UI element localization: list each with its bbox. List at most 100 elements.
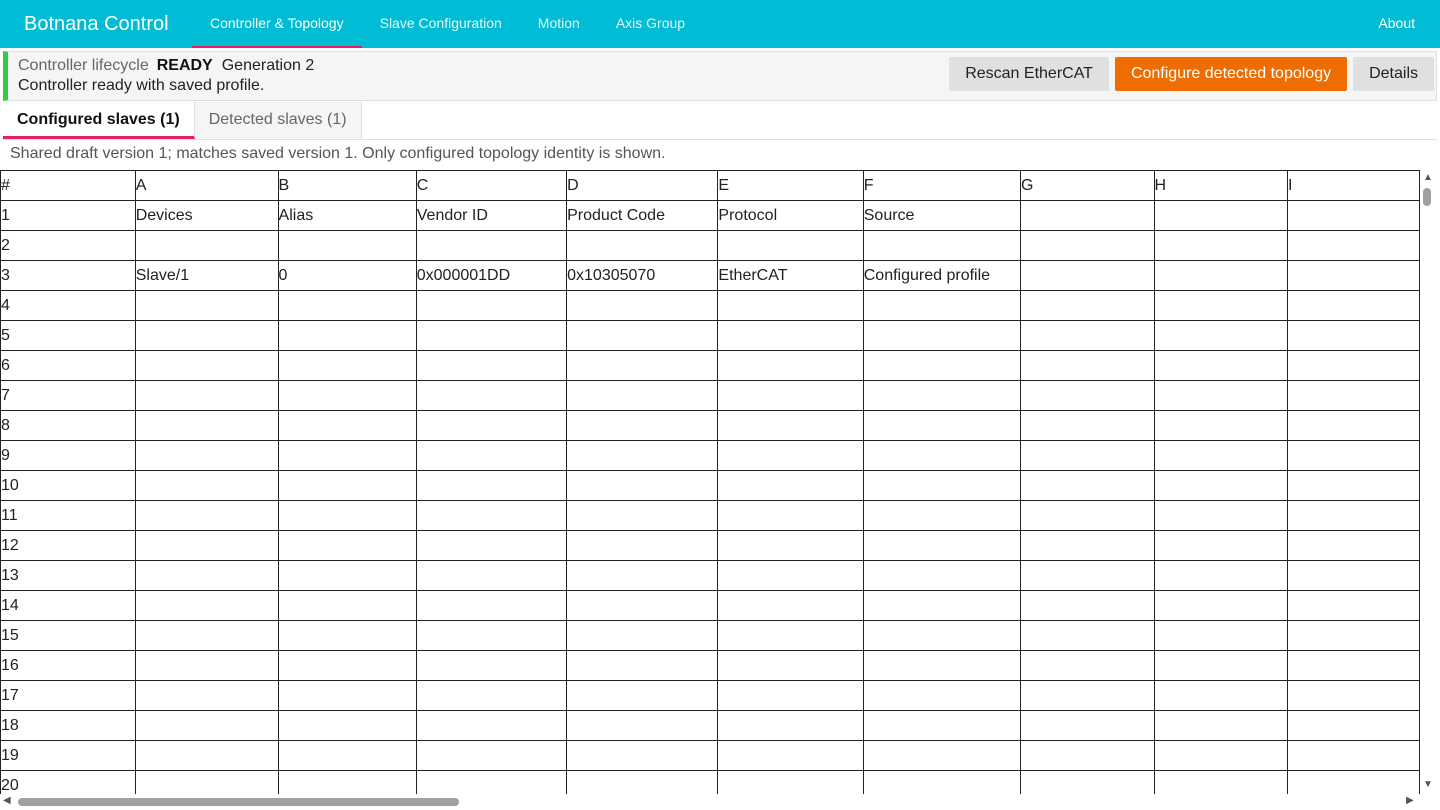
sheet-cell[interactable] — [717, 290, 864, 321]
sheet-cell[interactable] — [1286, 290, 1420, 321]
sheet-cell[interactable] — [1286, 500, 1420, 531]
sheet-cell[interactable] — [1286, 710, 1420, 741]
sheet-cell[interactable] — [566, 530, 719, 561]
sheet-cell[interactable] — [1153, 470, 1288, 501]
sheet-cell[interactable] — [566, 470, 719, 501]
sheet-cell[interactable] — [1153, 590, 1288, 621]
sheet-cell[interactable] — [862, 470, 1021, 501]
sheet-cell[interactable] — [134, 410, 279, 441]
sheet-cell[interactable]: Configured profile — [862, 260, 1021, 291]
column-header[interactable]: H — [1153, 170, 1288, 201]
sheet-cell[interactable] — [1286, 620, 1420, 651]
sheet-cell[interactable] — [277, 710, 417, 741]
sheet-cell[interactable] — [1286, 320, 1420, 351]
sheet-cell[interactable] — [862, 500, 1021, 531]
column-header[interactable]: D — [566, 170, 719, 201]
sheet-cell[interactable] — [717, 350, 864, 381]
sheet-cell[interactable] — [1286, 590, 1420, 621]
sheet-cell[interactable] — [277, 230, 417, 261]
sheet-cell[interactable] — [1153, 260, 1288, 291]
sheet-cell[interactable] — [862, 320, 1021, 351]
sheet-cell[interactable] — [862, 680, 1021, 711]
column-header[interactable]: F — [862, 170, 1021, 201]
sheet-cell[interactable] — [134, 740, 279, 771]
sheet-cell[interactable] — [1286, 230, 1420, 261]
sheet-cell[interactable] — [277, 530, 417, 561]
sheet-cell[interactable] — [415, 710, 568, 741]
sheet-cell[interactable] — [1153, 710, 1288, 741]
sheet-cell[interactable] — [134, 230, 279, 261]
sheet-cell[interactable] — [277, 650, 417, 681]
sheet-cell[interactable]: 0 — [277, 260, 417, 291]
column-header[interactable]: B — [277, 170, 417, 201]
sheet-cell[interactable] — [134, 500, 279, 531]
sheet-cell[interactable] — [717, 590, 864, 621]
sheet-cell[interactable] — [415, 230, 568, 261]
sheet-cell[interactable] — [1019, 380, 1155, 411]
sheet-cell[interactable] — [1019, 530, 1155, 561]
sheet-cell[interactable] — [566, 770, 719, 794]
sheet-cell[interactable] — [277, 500, 417, 531]
sheet-cell[interactable] — [1019, 620, 1155, 651]
sheet-cell[interactable] — [415, 500, 568, 531]
sheet-cell[interactable]: Vendor ID — [415, 200, 568, 231]
sheet-cell[interactable] — [566, 560, 719, 591]
sheet-cell[interactable] — [277, 590, 417, 621]
row-number[interactable]: 4 — [0, 290, 136, 321]
sheet-cell[interactable] — [415, 560, 568, 591]
sheet-cell[interactable] — [1153, 200, 1288, 231]
sheet-cell[interactable] — [1019, 470, 1155, 501]
sheet-cell[interactable] — [134, 770, 279, 794]
sheet-cell[interactable] — [415, 680, 568, 711]
scroll-right-icon[interactable]: ▶ — [1406, 795, 1414, 806]
sheet-cell[interactable] — [717, 650, 864, 681]
vertical-scrollbar[interactable]: ▲ ▼ — [1420, 170, 1440, 794]
sheet-cell[interactable] — [717, 560, 864, 591]
sheet-cell[interactable] — [277, 410, 417, 441]
sheet-cell[interactable] — [1286, 680, 1420, 711]
sheet-cell[interactable] — [717, 410, 864, 441]
sheet-cell[interactable] — [134, 590, 279, 621]
sheet-cell[interactable] — [134, 440, 279, 471]
sheet-cell[interactable] — [1286, 650, 1420, 681]
sheet-cell[interactable] — [862, 710, 1021, 741]
sheet-cell[interactable] — [566, 650, 719, 681]
row-number[interactable]: 5 — [0, 320, 136, 351]
row-number[interactable]: 12 — [0, 530, 136, 561]
sheet-cell[interactable] — [566, 710, 719, 741]
sheet-cell[interactable] — [1019, 710, 1155, 741]
sheet-cell[interactable] — [277, 320, 417, 351]
sheet-cell[interactable] — [1286, 380, 1420, 411]
sheet-cell[interactable] — [134, 470, 279, 501]
column-header[interactable]: G — [1019, 170, 1155, 201]
sheet-cell[interactable] — [1153, 380, 1288, 411]
sheet-cell[interactable] — [415, 770, 568, 794]
sheet-cell[interactable] — [277, 350, 417, 381]
sheet-cell[interactable] — [134, 350, 279, 381]
sheet-cell[interactable]: 0x000001DD — [415, 260, 568, 291]
spreadsheet-viewport[interactable]: # A B C D E F G H I 1 Devices Alias Vendor ID Product … — [0, 170, 1420, 794]
sheet-cell[interactable] — [717, 770, 864, 794]
sheet-cell[interactable] — [134, 680, 279, 711]
sheet-cell[interactable] — [1153, 650, 1288, 681]
sheet-cell[interactable] — [134, 290, 279, 321]
sheet-cell[interactable] — [277, 470, 417, 501]
sheet-cell[interactable] — [415, 440, 568, 471]
sheet-cell[interactable] — [415, 740, 568, 771]
row-number[interactable]: 2 — [0, 230, 136, 261]
row-number[interactable]: 10 — [0, 470, 136, 501]
sheet-cell[interactable] — [1153, 320, 1288, 351]
sheet-cell[interactable] — [1019, 200, 1155, 231]
sheet-cell[interactable] — [1153, 230, 1288, 261]
sheet-cell[interactable]: Devices — [134, 200, 279, 231]
sheet-cell[interactable] — [717, 740, 864, 771]
sheet-cell[interactable] — [717, 530, 864, 561]
sheet-cell[interactable] — [1153, 500, 1288, 531]
sheet-cell[interactable] — [1019, 500, 1155, 531]
sheet-cell[interactable] — [415, 410, 568, 441]
sheet-cell[interactable] — [277, 680, 417, 711]
row-number[interactable]: 8 — [0, 410, 136, 441]
sheet-cell[interactable] — [1286, 350, 1420, 381]
sheet-cell[interactable]: Product Code — [566, 200, 719, 231]
sheet-cell[interactable] — [1286, 440, 1420, 471]
